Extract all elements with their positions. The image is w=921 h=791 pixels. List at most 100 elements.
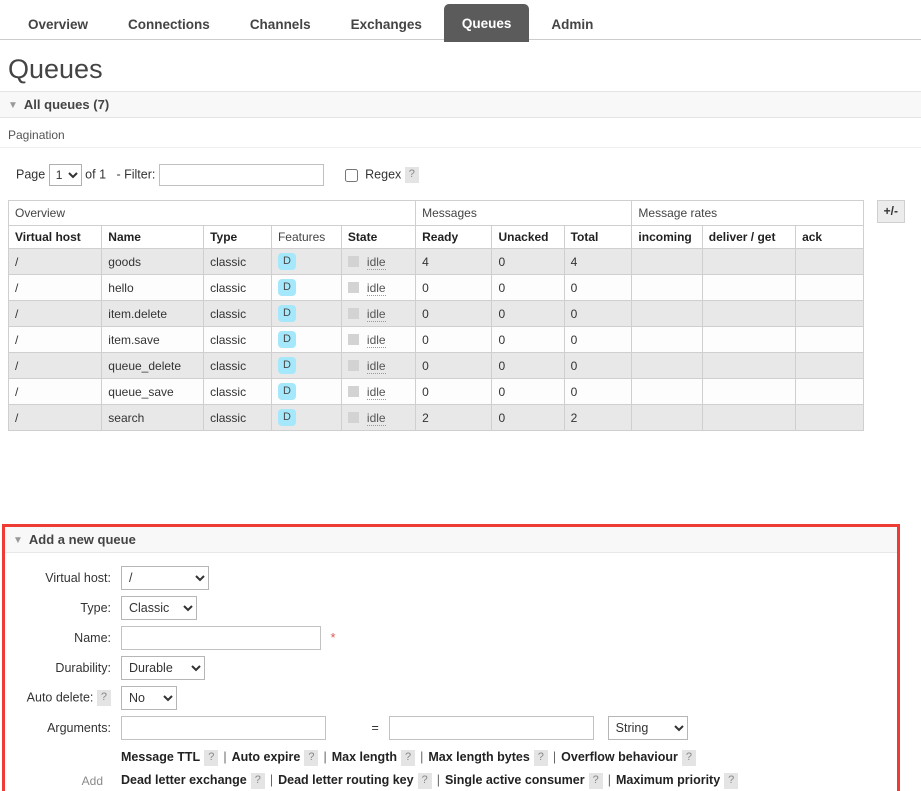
cell-unacked: 0 <box>491 274 565 301</box>
arg-help-single-active-consumer-icon[interactable]: ? <box>588 772 603 789</box>
cell-ack <box>795 326 864 353</box>
queue-name-link[interactable]: search <box>108 411 144 425</box>
arg-preset-overflow-behaviour[interactable]: Overflow behaviour <box>561 750 678 764</box>
state-label: idle <box>366 332 386 348</box>
cell-total: 0 <box>563 326 633 353</box>
arg-preset-maximum-priority[interactable]: Maximum priority <box>616 773 720 787</box>
arg-help-dead-letter-routing-key-icon[interactable]: ? <box>417 772 432 789</box>
filter-input[interactable] <box>158 164 324 186</box>
cell-incoming <box>631 326 703 353</box>
add-queue-section-header[interactable]: ▼ Add a new queue <box>5 527 897 553</box>
column-header-name[interactable]: Name <box>101 225 205 249</box>
page-select[interactable]: 1 <box>48 164 82 186</box>
column-header-ready[interactable]: Ready <box>415 225 493 249</box>
queue-name-input[interactable] <box>121 626 321 650</box>
state-label: idle <box>366 384 386 400</box>
column-header-unacked[interactable]: Unacked <box>491 225 565 249</box>
cell-total: 0 <box>563 352 633 379</box>
state-label: idle <box>366 280 386 296</box>
auto-delete-help-icon[interactable]: ? <box>96 690 111 706</box>
cell-total: 2 <box>563 404 633 431</box>
cell-type: classic <box>203 378 272 405</box>
add-queue-heading: Add a new queue <box>28 532 136 547</box>
arg-help-max-length-bytes-icon[interactable]: ? <box>533 749 548 766</box>
column-header-virtual-host[interactable]: Virtual host <box>7 225 103 249</box>
queue-name-link[interactable]: queue_delete <box>108 359 181 373</box>
queue-name-link[interactable]: hello <box>108 281 133 295</box>
nav-tab-exchanges[interactable]: Exchanges <box>333 6 440 42</box>
name-row: Name: * <box>5 623 742 653</box>
queue-name-link[interactable]: goods <box>108 255 141 269</box>
collapse-triangle-icon[interactable]: ▼ <box>13 535 23 546</box>
column-header-total[interactable]: Total <box>563 225 633 249</box>
arg-separator: | <box>607 773 611 787</box>
argument-value-input[interactable] <box>389 716 595 740</box>
arg-preset-max-length[interactable]: Max length <box>332 750 397 764</box>
auto-delete-field-cell: No <box>117 683 742 713</box>
durable-badge: D <box>277 331 296 348</box>
queue-name-link[interactable]: queue_save <box>108 385 173 399</box>
nav-tab-admin[interactable]: Admin <box>533 6 611 42</box>
arg-preset-auto-expire[interactable]: Auto expire <box>232 750 301 764</box>
durability-select[interactable]: Durable <box>121 656 205 680</box>
cell-state: idle <box>340 274 417 301</box>
column-header-ack[interactable]: ack <box>795 225 864 249</box>
arg-separator: | <box>552 750 557 764</box>
cell-unacked: 0 <box>491 300 565 327</box>
column-header-row: Virtual host Name Type Features State Ready Un… <box>7 225 864 249</box>
name-field-cell: * <box>117 623 742 653</box>
queue-type-select[interactable]: Classic <box>121 596 197 620</box>
durability-field-cell: Durable <box>117 653 742 683</box>
arg-preset-dead-letter-exchange[interactable]: Dead letter exchange <box>121 773 247 787</box>
nav-tab-overview[interactable]: Overview <box>10 6 106 42</box>
required-marker: * <box>330 630 336 645</box>
arg-preset-max-length-bytes[interactable]: Max length bytes <box>428 750 529 764</box>
table-row: / goods classic Didle 4 0 4 <box>7 248 864 275</box>
arg-help-auto-expire-icon[interactable]: ? <box>304 749 319 766</box>
arg-separator: | <box>436 773 440 787</box>
arg-help-max-length-icon[interactable]: ? <box>401 749 416 766</box>
arg-preset-message-ttl[interactable]: Message TTL <box>121 750 200 764</box>
column-header-incoming[interactable]: incoming <box>631 225 703 249</box>
queue-name-link[interactable]: item.save <box>108 333 159 347</box>
state-label: idle <box>366 358 386 374</box>
add-argument-label[interactable]: Add <box>82 774 111 788</box>
page-word-label: Page <box>16 167 46 182</box>
column-header-deliver-get[interactable]: deliver / get <box>701 225 797 249</box>
regex-label: Regex <box>365 167 402 182</box>
arg-help-maximum-priority-icon[interactable]: ? <box>724 772 739 789</box>
column-header-type[interactable]: Type <box>203 225 272 249</box>
arg-preset-single-active-consumer[interactable]: Single active consumer <box>445 773 585 787</box>
arguments-label: Arguments: <box>47 721 111 735</box>
argument-key-input[interactable] <box>121 716 326 740</box>
nav-tab-channels[interactable]: Channels <box>232 6 329 42</box>
column-header-state[interactable]: State <box>340 225 417 249</box>
collapse-triangle-icon[interactable]: ▼ <box>8 100 18 111</box>
argument-type-select[interactable]: String <box>607 716 688 740</box>
arg-help-dead-letter-exchange-icon[interactable]: ? <box>250 772 265 789</box>
all-queues-section-header[interactable]: ▼ All queues (7) <box>0 91 921 118</box>
cell-ready: 0 <box>415 326 493 353</box>
column-toggle-button[interactable]: +/- <box>876 200 905 223</box>
cell-features: D <box>270 352 342 379</box>
cell-ready: 0 <box>415 352 493 379</box>
page-title: Queues <box>8 54 103 84</box>
arg-help-overflow-behaviour-icon[interactable]: ? <box>681 749 696 766</box>
cell-virtual-host: / <box>7 404 103 431</box>
virtual-host-select[interactable]: / <box>121 566 209 590</box>
regex-checkbox[interactable] <box>344 168 358 182</box>
cell-type: classic <box>203 248 272 275</box>
column-header-features[interactable]: Features <box>270 225 342 249</box>
nav-tab-queues[interactable]: Queues <box>443 4 530 42</box>
arg-help-message-ttl-icon[interactable]: ? <box>204 749 219 766</box>
nav-tab-connections[interactable]: Connections <box>110 6 228 42</box>
queue-name-link[interactable]: item.delete <box>108 307 167 321</box>
auto-delete-select[interactable]: No <box>121 686 177 710</box>
cell-features: D <box>270 378 342 405</box>
regex-help-icon[interactable]: ? <box>404 167 419 183</box>
arg-preset-dead-letter-routing-key[interactable]: Dead letter routing key <box>278 773 413 787</box>
auto-delete-label: Auto delete: ? <box>5 683 117 713</box>
name-label: Name: <box>74 631 111 645</box>
cell-total: 4 <box>563 248 633 275</box>
cell-state: idle <box>340 404 417 431</box>
